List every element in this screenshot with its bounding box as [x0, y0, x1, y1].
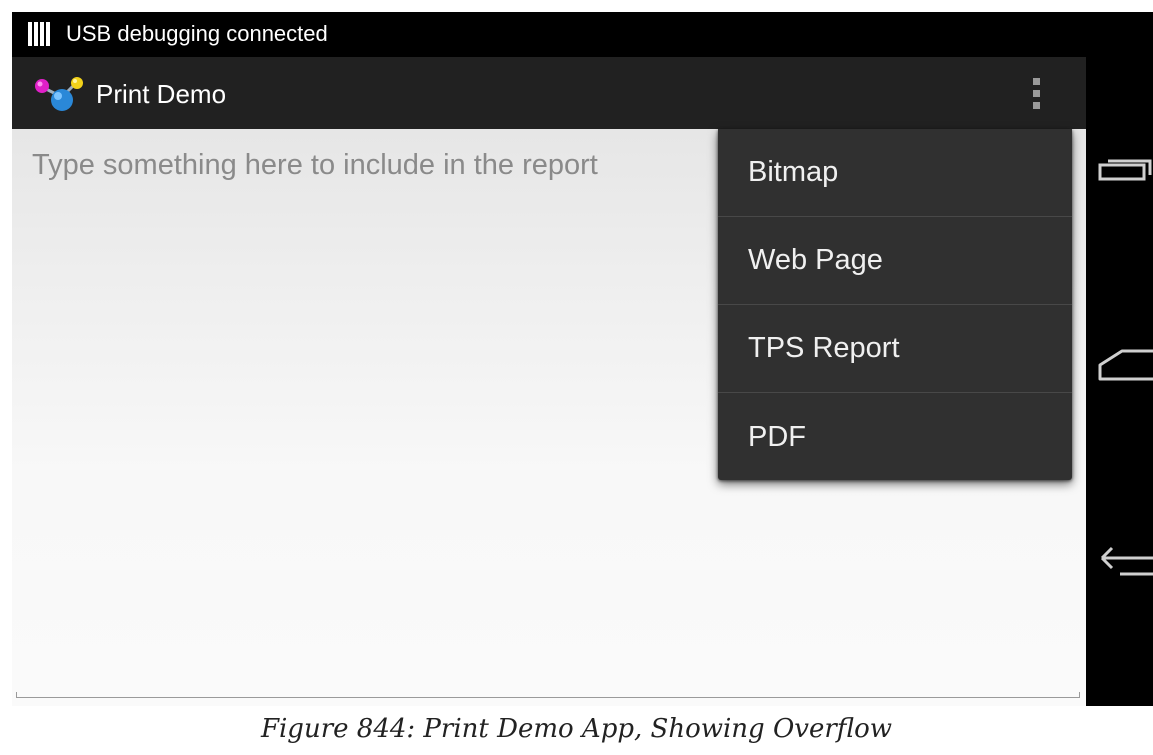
home-icon[interactable]: [1098, 345, 1153, 389]
overflow-menu-icon[interactable]: [1016, 71, 1056, 115]
menu-item-label: TPS Report: [748, 332, 900, 364]
menu-item-label: PDF: [748, 420, 806, 453]
menu-item-bitmap[interactable]: Bitmap: [718, 129, 1072, 217]
action-bar: Print Demo: [12, 57, 1086, 129]
navigation-bar: [1086, 57, 1153, 706]
device-screen: USB debugging connected Print Demo Type …: [12, 12, 1153, 706]
overflow-menu: Bitmap Web Page TPS Report PDF: [718, 129, 1072, 480]
status-bar: USB debugging connected: [12, 12, 1153, 57]
status-text: USB debugging connected: [66, 21, 328, 46]
app-title: Print Demo: [96, 79, 227, 109]
menu-item-tps-report[interactable]: TPS Report: [718, 305, 1072, 393]
menu-item-pdf[interactable]: PDF: [718, 393, 1072, 481]
figure-caption: Figure 844: Print Demo App, Showing Over…: [260, 714, 893, 744]
menu-item-web-page[interactable]: Web Page: [718, 217, 1072, 305]
usb-debugging-icon: [28, 22, 51, 46]
menu-item-label: Web Page: [748, 244, 883, 276]
menu-item-label: Bitmap: [748, 156, 839, 188]
back-icon[interactable]: [1098, 544, 1153, 588]
app-molecule-icon[interactable]: [32, 75, 88, 115]
report-text-input[interactable]: Type something here to include in the re…: [32, 149, 712, 189]
recents-icon[interactable]: [1098, 151, 1153, 195]
input-underline: [16, 692, 1080, 698]
